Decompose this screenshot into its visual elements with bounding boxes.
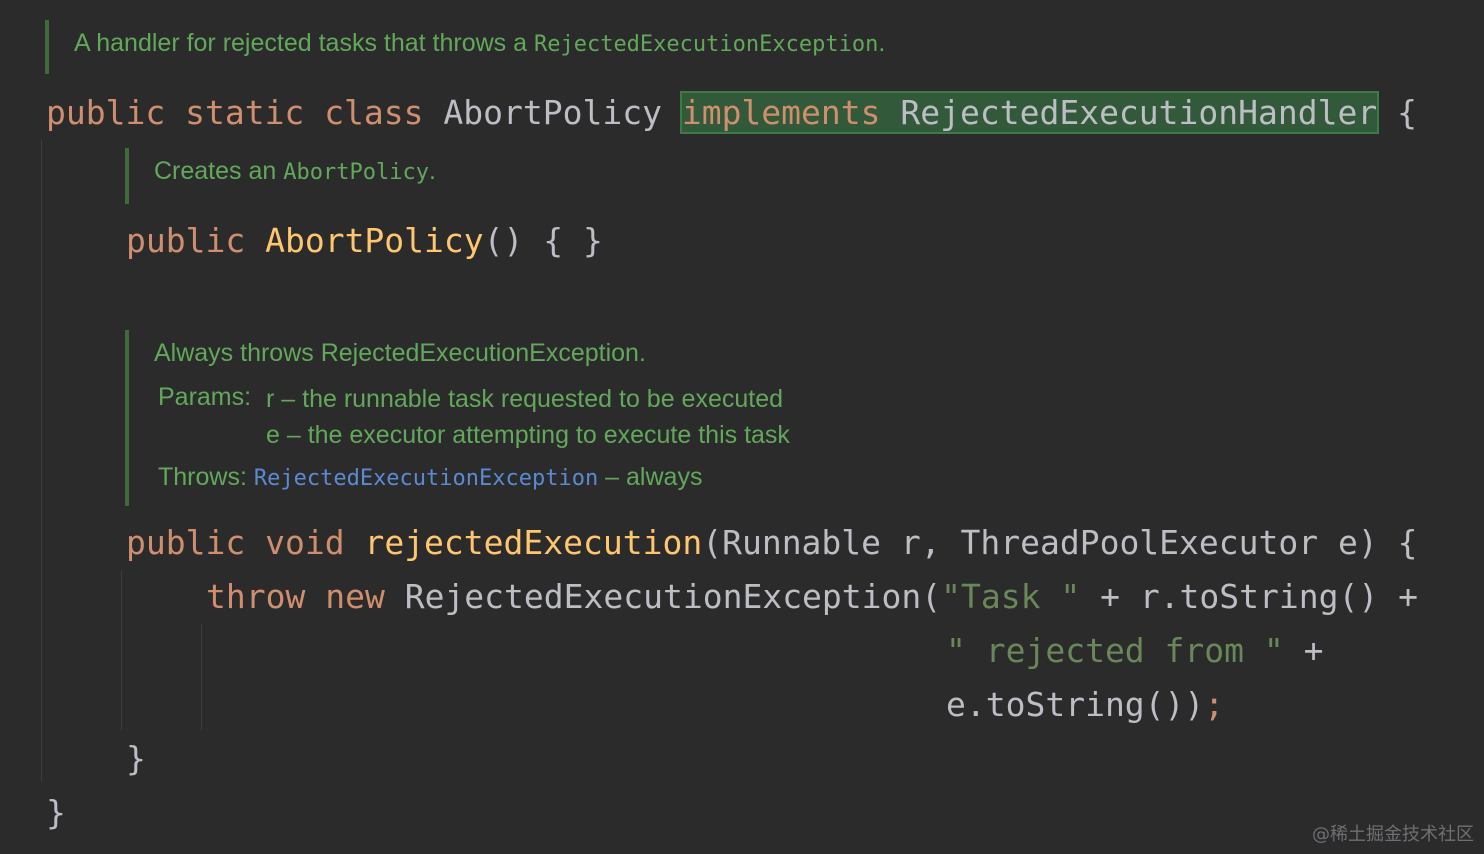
kw-static: static [185, 93, 305, 132]
doc-comment-ctor: Creates an AbortPolicy. [154, 159, 436, 184]
doc-ctor-end: . [428, 157, 436, 185]
kw-implements: implements [681, 93, 881, 132]
kw-public: public [126, 523, 246, 562]
kw-new: new [325, 577, 385, 616]
ctor-name[interactable]: AbortPolicy [265, 221, 484, 260]
method-declaration-line: public void rejectedExecution(Runnable r… [126, 526, 1417, 559]
doc-throws-link[interactable]: RejectedExecutionException [254, 466, 598, 491]
doc-bar-ctor [125, 148, 129, 204]
throw-line: throw new RejectedExecutionException("Ta… [206, 580, 1418, 613]
doc-class-code: RejectedExecutionException [533, 32, 879, 57]
continuation-2-expr: e.toString()) [946, 685, 1205, 724]
string-rejected-from: " rejected from " [946, 631, 1284, 670]
continuation-line-1: " rejected from " + [946, 634, 1324, 667]
kw-public: public [126, 221, 246, 260]
indent-guide-throw [201, 624, 202, 730]
indent-guide-class [41, 140, 42, 782]
semicolon: ; [1204, 685, 1225, 724]
doc-throws-label: Throws: [158, 463, 247, 491]
doc-class-end: . [878, 29, 886, 57]
doc-throws-rest: – always [598, 463, 703, 491]
continuation-line-2: e.toString()); [946, 688, 1224, 721]
throw-line-rest: + r.toString() + [1080, 577, 1418, 616]
class-open-brace: { [1397, 93, 1417, 132]
class-close-brace: } [46, 793, 66, 832]
doc-comment-class: A handler for rejected tasks that throws… [74, 31, 885, 56]
method-close-brace: } [126, 739, 146, 778]
class-name[interactable]: AbortPolicy [443, 93, 662, 132]
doc-class-text: A handler for rejected tasks that throws… [74, 29, 534, 57]
doc-param-e: e – the executor attempting to execute t… [266, 421, 790, 449]
doc-param-r: r – the runnable task requested to be ex… [266, 385, 784, 413]
doc-bar-method [125, 330, 129, 506]
doc-ctor-text: Creates an [154, 157, 284, 185]
kw-void: void [265, 523, 345, 562]
continuation-1-rest: + [1283, 631, 1324, 670]
kw-class: class [324, 93, 424, 132]
kw-throw: throw [206, 577, 306, 616]
doc-bar-class [45, 20, 49, 74]
indent-guide-method [121, 570, 122, 730]
ctor-declaration-line: public AbortPolicy() { } [126, 224, 603, 257]
watermark: @稀土掘金技术社区 [1312, 824, 1474, 845]
exception-ctor[interactable]: RejectedExecutionException( [405, 577, 941, 616]
method-name[interactable]: rejectedExecution [364, 523, 702, 562]
doc-throws-line: Throws: RejectedExecutionException – alw… [158, 465, 702, 490]
code-editor[interactable]: A handler for rejected tasks that throws… [0, 0, 1484, 854]
doc-ctor-code: AbortPolicy [283, 160, 429, 185]
doc-params-label: Params: [158, 383, 252, 411]
interface-name[interactable]: RejectedExecutionHandler [900, 93, 1377, 132]
implements-highlight[interactable]: implements RejectedExecutionHandler [679, 91, 1380, 134]
kw-public: public [46, 93, 166, 132]
ctor-body: () { } [483, 221, 603, 260]
string-task: "Task " [941, 577, 1081, 616]
doc-method-summary: Always throws RejectedExecutionException… [154, 339, 646, 367]
class-declaration-line: public static class AbortPolicy implemen… [46, 91, 1417, 134]
method-params: (Runnable r, ThreadPoolExecutor e) { [702, 523, 1418, 562]
